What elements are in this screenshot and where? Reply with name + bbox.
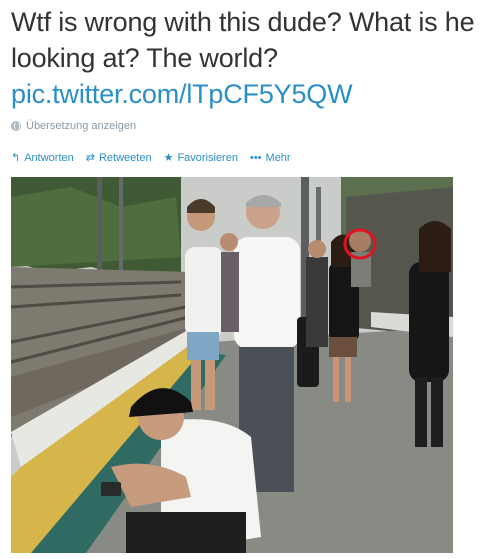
retweet-icon: ⇄	[85, 152, 95, 164]
tweet-body: Wtf is wrong with this dude? What is he …	[11, 7, 475, 73]
reply-label: Antworten	[24, 151, 74, 164]
retweet-label: Retweeten	[98, 151, 152, 164]
tweet-photo[interactable]	[11, 177, 453, 553]
star-icon: ★	[163, 152, 174, 164]
retweet-button[interactable]: ⇄ Retweeten	[85, 151, 152, 165]
translate-link[interactable]: Übersetzung anzeigen	[11, 120, 136, 132]
favorite-button[interactable]: ★ Favorisieren	[163, 151, 238, 165]
reply-icon: ↰	[11, 152, 21, 164]
more-button[interactable]: ••• Mehr	[250, 151, 291, 164]
tweet-image-link[interactable]: pic.twitter.com/lTpCF5Y5QW	[11, 76, 495, 112]
tweet-text: Wtf is wrong with this dude? What is he …	[11, 4, 495, 112]
globe-icon	[11, 121, 21, 131]
translate-label: Übersetzung anzeigen	[26, 120, 137, 132]
reply-button[interactable]: ↰ Antworten	[11, 151, 74, 165]
favorite-label: Favorisieren	[177, 151, 238, 164]
more-icon: •••	[249, 151, 262, 164]
more-label: Mehr	[265, 151, 291, 164]
tweet-actions: ↰ Antworten ⇄ Retweeten ★ Favorisieren •…	[11, 151, 291, 165]
tweet-photo-illustration	[11, 177, 453, 553]
